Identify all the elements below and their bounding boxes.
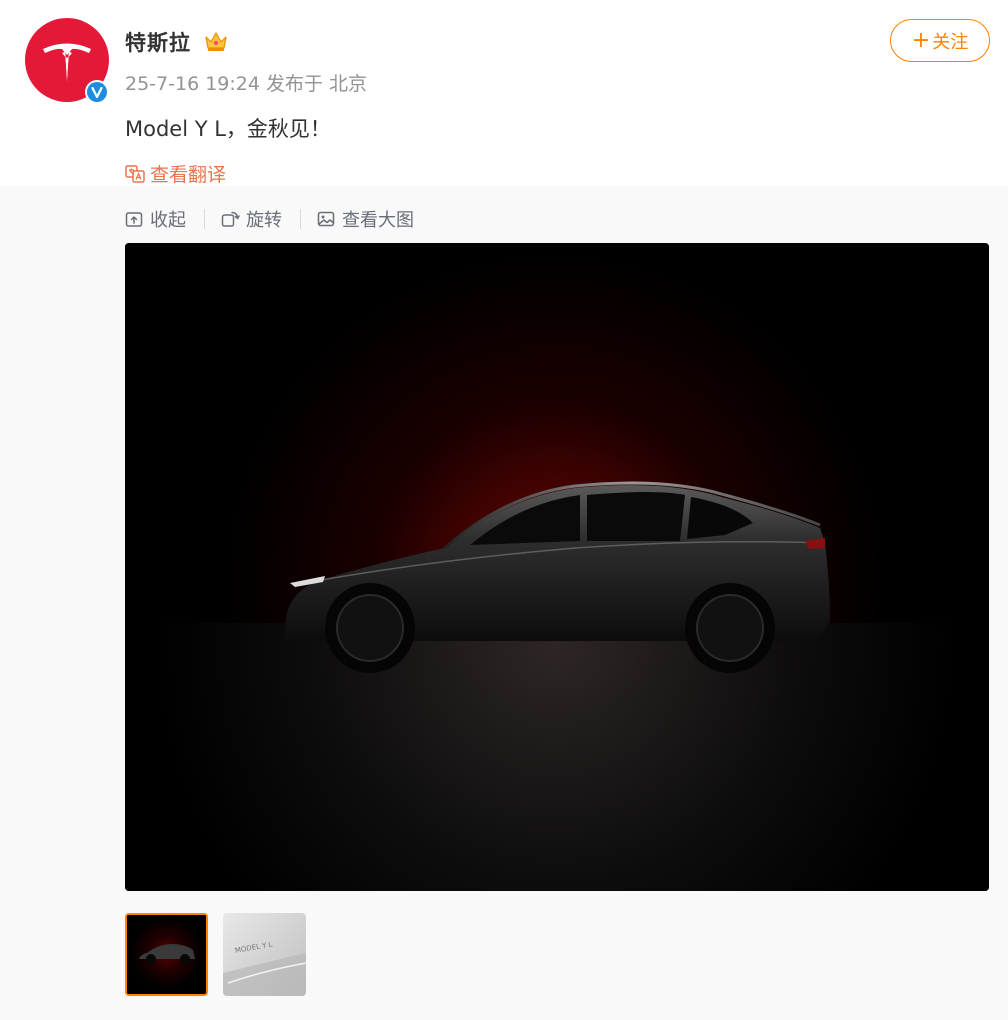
rotate-button[interactable]: 旋转 (221, 206, 282, 232)
main-photo[interactable] (125, 243, 989, 891)
rotate-label: 旋转 (246, 210, 282, 231)
car-silhouette-image (125, 243, 989, 891)
post-meta: 25-7-16 19:24 发布于 北京 (125, 73, 368, 95)
view-large-label: 查看大图 (342, 210, 414, 231)
toolbar-divider (300, 209, 301, 229)
translate-link[interactable]: 查看翻译 (125, 160, 226, 187)
thumbnail-text: MODEL Y L (234, 940, 273, 954)
media-toolbar: 收起 旋转 查看大图 (125, 206, 414, 232)
collapse-icon (125, 211, 143, 227)
car-thumbnail-image (127, 915, 206, 994)
translate-label: 查看翻译 (150, 164, 227, 186)
verified-badge (85, 80, 109, 104)
plus-icon: + (911, 27, 931, 53)
crown-icon (205, 32, 227, 51)
collapse-label: 收起 (150, 210, 186, 231)
thumbnail-2[interactable]: MODEL Y L (223, 913, 306, 996)
model-badge-thumbnail-image: MODEL Y L (223, 940, 306, 996)
view-large-button[interactable]: 查看大图 (317, 206, 414, 232)
toolbar-divider (204, 209, 205, 229)
translate-icon (125, 164, 145, 183)
thumbnail-1[interactable] (125, 913, 208, 996)
author-name[interactable]: 特斯拉 (125, 27, 191, 57)
verified-icon (91, 86, 103, 99)
image-icon (317, 211, 335, 226)
follow-label: 关注 (932, 31, 969, 53)
rotate-icon (221, 211, 240, 227)
post-text: Model Y L，金秋见！ (125, 117, 331, 141)
collapse-button[interactable]: 收起 (125, 206, 186, 232)
follow-button[interactable]: + 关注 (890, 19, 990, 62)
weibo-post: 特斯拉 25-7-16 19:24 发布于 北京 + 关注 Model Y L，… (0, 0, 1008, 1020)
